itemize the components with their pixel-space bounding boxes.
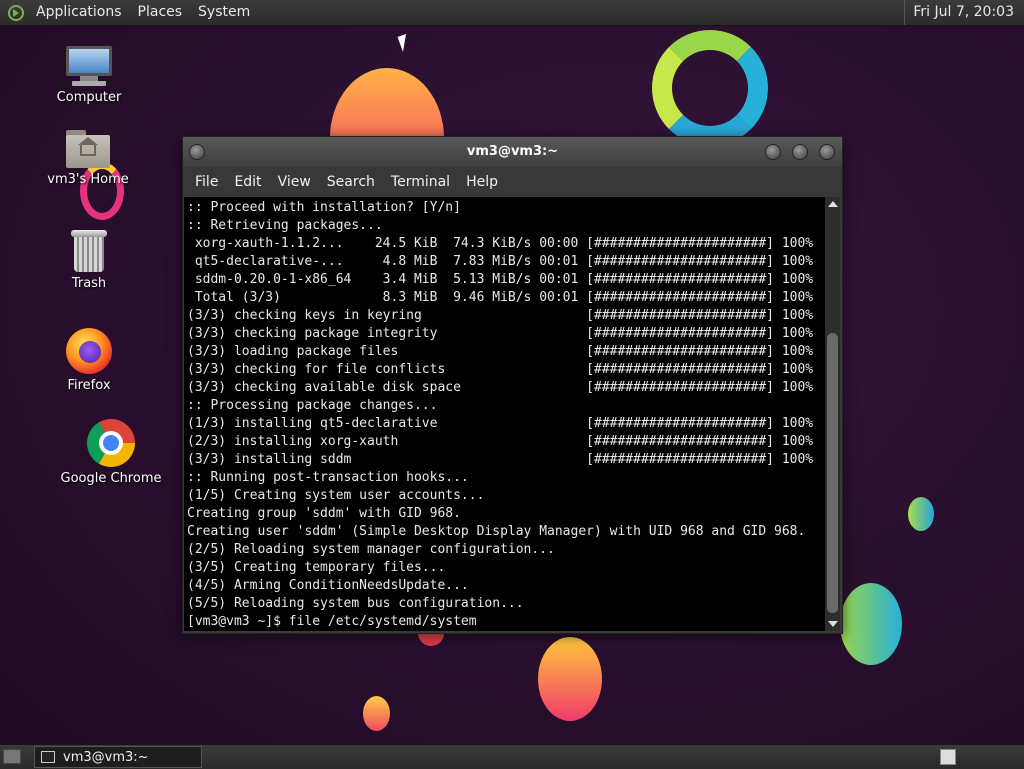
scroll-down-icon[interactable]	[828, 621, 838, 627]
computer-icon	[66, 46, 112, 86]
desktop-icon-label: Computer	[56, 90, 122, 105]
menu-help[interactable]: Help	[458, 174, 506, 190]
terminal-line: sddm-0.20.0-1-x86_64 3.4 MiB 5.13 MiB/s …	[187, 272, 814, 287]
home-folder-icon	[66, 130, 110, 168]
terminal-line: (3/3) checking for file conflicts [#####…	[187, 362, 814, 377]
desktop-icon-label: Google Chrome	[60, 471, 162, 486]
top-panel: Applications Places System Fri Jul 7, 20…	[0, 0, 1024, 26]
scrollbar-thumb[interactable]	[827, 333, 838, 613]
terminal-line: Total (3/3) 8.3 MiB 9.46 MiB/s 00:01 [##…	[187, 290, 814, 305]
menu-file[interactable]: File	[187, 174, 226, 190]
terminal-line: xorg-xauth-1.1.2... 24.5 KiB 74.3 KiB/s …	[187, 236, 814, 251]
terminal-line: (3/3) installing sddm [#################…	[187, 452, 814, 467]
terminal-line: qt5-declarative-... 4.8 MiB 7.83 MiB/s 0…	[187, 254, 814, 269]
window-title: vm3@vm3:~	[466, 144, 559, 159]
menu-view[interactable]: View	[270, 174, 319, 190]
terminal-scrollbar[interactable]	[825, 197, 840, 631]
desktop-icon-label: Trash	[71, 276, 107, 291]
terminal-line: (5/5) Reloading system bus configuration…	[187, 596, 524, 611]
terminal-menubar: File Edit View Search Terminal Help	[183, 167, 842, 197]
terminal-line: (2/5) Reloading system manager configura…	[187, 542, 555, 557]
desktop-icon-label: Firefox	[67, 378, 111, 393]
desktop-icon-computer[interactable]: Computer	[34, 46, 144, 105]
distro-logo-icon[interactable]	[8, 4, 24, 21]
menu-search[interactable]: Search	[319, 174, 383, 190]
terminal-line: :: Retrieving packages...	[187, 218, 383, 233]
minimize-button[interactable]	[765, 144, 781, 160]
chrome-icon	[87, 419, 135, 467]
panel-clock[interactable]: Fri Jul 7, 20:03	[904, 0, 1024, 25]
firefox-icon	[66, 328, 112, 374]
maximize-button[interactable]	[792, 144, 808, 160]
terminal-line: Creating group 'sddm' with GID 968.	[187, 506, 461, 521]
wallpaper-shape	[538, 637, 602, 721]
show-desktop-icon[interactable]	[3, 749, 21, 764]
terminal-line: (4/5) Arming ConditionNeedsUpdate...	[187, 578, 469, 593]
desktop-icon-label: vm3's Home	[47, 172, 129, 187]
menu-terminal[interactable]: Terminal	[383, 174, 458, 190]
bottom-panel: vm3@vm3:~	[0, 744, 1024, 769]
trash-icon	[71, 230, 107, 272]
terminal-line: :: Processing package changes...	[187, 398, 438, 413]
terminal-line: (1/5) Creating system user accounts...	[187, 488, 485, 503]
window-menu-icon[interactable]	[189, 144, 205, 160]
terminal-line: :: Running post-transaction hooks...	[187, 470, 469, 485]
desktop-icon-firefox[interactable]: Firefox	[34, 328, 144, 393]
taskbar-item-label: vm3@vm3:~	[63, 749, 149, 765]
terminal-line: (3/3) checking keys in keyring [########…	[187, 308, 814, 323]
terminal-line: Creating user 'sddm' (Simple Desktop Dis…	[187, 524, 806, 539]
terminal-line: (3/3) checking available disk space [###…	[187, 380, 814, 395]
menu-system[interactable]: System	[190, 0, 258, 25]
wallpaper-shape	[363, 696, 390, 731]
menu-edit[interactable]: Edit	[226, 174, 269, 190]
terminal-line: [vm3@vm3 ~]$ file /etc/systemd/system	[187, 614, 477, 629]
wallpaper-shape	[652, 30, 768, 146]
terminal-line: :: Proceed with installation? [Y/n]	[187, 200, 461, 215]
wallpaper-shape	[840, 583, 902, 665]
desktop-icon-home[interactable]: vm3's Home	[33, 130, 143, 187]
terminal-window[interactable]: vm3@vm3:~ File Edit View Search Terminal…	[182, 136, 843, 634]
wallpaper-shape	[908, 497, 934, 531]
desktop-icon-trash[interactable]: Trash	[34, 230, 144, 291]
top-menu: Applications Places System	[0, 0, 258, 25]
taskbar-item-terminal[interactable]: vm3@vm3:~	[34, 746, 202, 768]
terminal-line: (3/3) loading package files [###########…	[187, 344, 814, 359]
scroll-up-icon[interactable]	[828, 201, 838, 207]
desktop-icon-chrome[interactable]: Google Chrome	[56, 419, 166, 486]
workspace-switcher[interactable]	[940, 749, 956, 765]
menu-places[interactable]: Places	[130, 0, 191, 25]
terminal-line: (3/5) Creating temporary files...	[187, 560, 446, 575]
terminal-line: (2/3) installing xorg-xauth [###########…	[187, 434, 814, 449]
window-titlebar[interactable]: vm3@vm3:~	[183, 137, 842, 167]
close-button[interactable]	[819, 144, 835, 160]
terminal-line: (3/3) checking package integrity [######…	[187, 326, 814, 341]
menu-applications[interactable]: Applications	[28, 0, 130, 25]
terminal-output[interactable]: :: Proceed with installation? [Y/n]:: Re…	[184, 197, 825, 631]
terminal-line: (1/3) installing qt5-declarative [######…	[187, 416, 814, 431]
terminal-icon	[41, 751, 55, 763]
